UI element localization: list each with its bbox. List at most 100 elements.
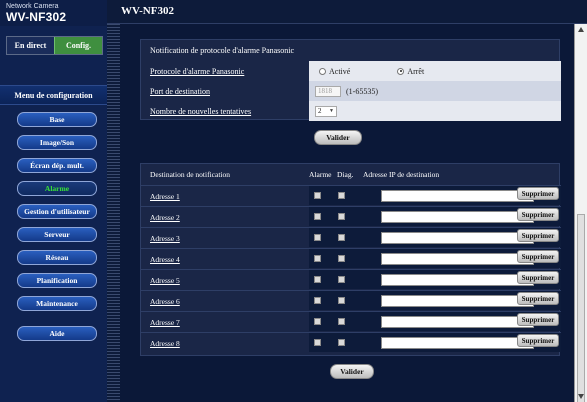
destinations-panel: Destination de notification Alarme Diag.… (140, 163, 561, 356)
delete-button[interactable]: Supprimer (517, 334, 559, 347)
port-range: (1-65535) (346, 86, 378, 96)
port-value: 1818 (1-65535) (309, 81, 561, 101)
address-label[interactable]: Adresse 4 (150, 255, 180, 264)
destinations-header: Destination de notification Alarme Diag.… (141, 164, 561, 185)
address-row: Adresse 6 (141, 290, 561, 310)
address-row: Adresse 4 (141, 248, 561, 268)
brand-subtitle: Network Camera (6, 3, 59, 10)
delete-button[interactable]: Supprimer (517, 229, 559, 242)
ip-address-input[interactable] (381, 190, 534, 202)
ip-address-input[interactable] (381, 274, 534, 286)
scroll-down-icon[interactable] (578, 394, 584, 399)
delete-button[interactable]: Supprimer (517, 313, 559, 326)
alarm-checkbox[interactable] (314, 297, 321, 304)
scroll-thumb[interactable] (577, 214, 585, 402)
scroll-up-icon[interactable] (578, 27, 584, 32)
page-title: WV-NF302 (121, 5, 174, 17)
destination-column-header: Destination de notification (150, 170, 230, 179)
protocol-on-label: Activé (329, 66, 351, 76)
port-input[interactable]: 1818 (315, 85, 341, 97)
protocol-panel-title: Notification de protocole d'alarme Panas… (150, 46, 295, 55)
address-label[interactable]: Adresse 1 (150, 192, 180, 201)
ip-address-input[interactable] (381, 211, 534, 223)
menu-item-serveur[interactable]: Serveur (17, 227, 97, 242)
alarm-checkbox[interactable] (314, 318, 321, 325)
tab-config[interactable]: Config. (54, 37, 102, 54)
radio-selected-icon (397, 67, 405, 75)
protocol-on-radio[interactable]: Activé (319, 67, 350, 76)
menu-item-planification[interactable]: Planification (17, 273, 97, 288)
delete-button[interactable]: Supprimer (517, 271, 559, 284)
diag-checkbox[interactable] (338, 192, 345, 199)
sidebar: Network Camera WV-NF302 En direct Config… (0, 0, 107, 402)
ip-address-input[interactable] (381, 295, 534, 307)
retries-row: Nombre de nouvelles tentatives 2 ▼ (141, 101, 561, 121)
protocol-label[interactable]: Protocole d'alarme Panasonic (141, 61, 309, 81)
retries-select[interactable]: 2 ▼ (315, 105, 337, 117)
submit-button-1[interactable]: Valider (314, 130, 362, 145)
diag-checkbox[interactable] (338, 234, 345, 241)
delete-button[interactable]: Supprimer (517, 292, 559, 305)
retries-label[interactable]: Nombre de nouvelles tentatives (141, 101, 309, 121)
address-row: Adresse 2 (141, 206, 561, 226)
address-label[interactable]: Adresse 3 (150, 234, 180, 243)
port-row: Port de destination 1818 (1-65535) (141, 81, 561, 101)
radio-circle-icon (319, 67, 326, 75)
address-row: Adresse 3 (141, 227, 561, 247)
menu-item-user-management[interactable]: Gestion d'utilisateur (17, 204, 97, 219)
retries-selected-value: 2 (318, 107, 322, 115)
menu-item-image-son[interactable]: Image/Son (17, 135, 97, 150)
alarm-checkbox[interactable] (314, 213, 321, 220)
menu-item-reseau[interactable]: Réseau (17, 250, 97, 265)
diag-checkbox[interactable] (338, 276, 345, 283)
tab-live[interactable]: En direct (7, 37, 54, 54)
protocol-off-radio[interactable]: Arrêt (397, 67, 424, 76)
scrollbar[interactable] (574, 24, 587, 402)
brand-logo: Network Camera WV-NF302 (0, 0, 107, 26)
address-row: Adresse 5 (141, 269, 561, 289)
submit-button-2[interactable]: Valider (330, 364, 374, 379)
diag-checkbox[interactable] (338, 297, 345, 304)
brand-model: WV-NF302 (6, 10, 67, 24)
alarm-checkbox[interactable] (314, 192, 321, 199)
separator-strip (107, 24, 120, 402)
page-header: WV-NF302 (107, 0, 587, 24)
menu-item-aide[interactable]: Aide (17, 326, 97, 341)
port-label[interactable]: Port de destination (141, 81, 309, 101)
diag-checkbox[interactable] (338, 213, 345, 220)
menu-item-alarme[interactable]: Alarme (17, 181, 97, 196)
diag-checkbox[interactable] (338, 318, 345, 325)
address-label[interactable]: Adresse 8 (150, 339, 180, 348)
diag-checkbox[interactable] (338, 255, 345, 262)
menu-item-maintenance[interactable]: Maintenance (17, 296, 97, 311)
diag-column-header: Diag. (337, 170, 354, 179)
address-row: Adresse 1 (141, 185, 561, 205)
delete-button[interactable]: Supprimer (517, 208, 559, 221)
alarm-checkbox[interactable] (314, 276, 321, 283)
ip-column-header: Adresse IP de destination (363, 170, 440, 179)
ip-address-input[interactable] (381, 232, 534, 244)
protocol-row: Protocole d'alarme Panasonic Activé Arrê… (141, 61, 561, 81)
address-label[interactable]: Adresse 2 (150, 213, 180, 222)
chevron-down-icon: ▼ (329, 108, 334, 114)
address-row: Adresse 7 (141, 311, 561, 331)
protocol-value: Activé Arrêt (309, 61, 561, 81)
ip-address-input[interactable] (381, 253, 534, 265)
diag-checkbox[interactable] (338, 339, 345, 346)
main-content: Notification de protocole d'alarme Panas… (120, 24, 574, 402)
alarm-checkbox[interactable] (314, 339, 321, 346)
ip-address-input[interactable] (381, 337, 534, 349)
address-label[interactable]: Adresse 7 (150, 318, 180, 327)
address-row: Adresse 8 (141, 332, 561, 352)
delete-button[interactable]: Supprimer (517, 250, 559, 263)
alarm-checkbox[interactable] (314, 255, 321, 262)
menu-item-multi-screen[interactable]: Écran dép. mult. (17, 158, 97, 173)
ip-address-input[interactable] (381, 316, 534, 328)
alarm-column-header: Alarme (309, 170, 332, 179)
retries-value: 2 ▼ (309, 101, 561, 121)
address-label[interactable]: Adresse 5 (150, 276, 180, 285)
delete-button[interactable]: Supprimer (517, 187, 559, 200)
address-label[interactable]: Adresse 6 (150, 297, 180, 306)
alarm-checkbox[interactable] (314, 234, 321, 241)
menu-item-base[interactable]: Base (17, 112, 97, 127)
